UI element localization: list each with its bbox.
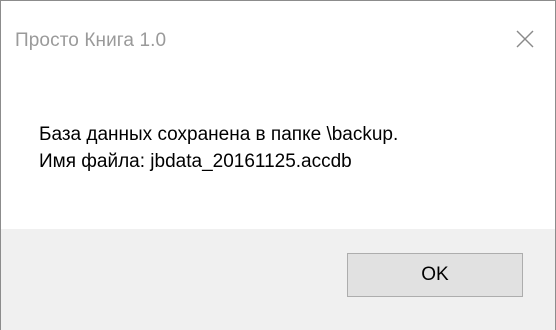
- close-icon: [516, 30, 534, 48]
- window-title: Просто Книга 1.0: [15, 30, 167, 51]
- title-bar: Просто Книга 1.0: [1, 1, 555, 59]
- message-text: База данных сохранена в папке \backup. И…: [39, 121, 398, 175]
- message-dialog: Просто Книга 1.0 База данных сохранена в…: [0, 0, 556, 330]
- ok-button[interactable]: OK: [347, 253, 523, 297]
- button-bar: OK: [1, 229, 555, 330]
- message-line-2: Имя файла: jbdata_20161125.accdb: [39, 151, 352, 172]
- message-line-1: База данных сохранена в папке \backup.: [39, 124, 399, 145]
- close-button[interactable]: [503, 19, 547, 59]
